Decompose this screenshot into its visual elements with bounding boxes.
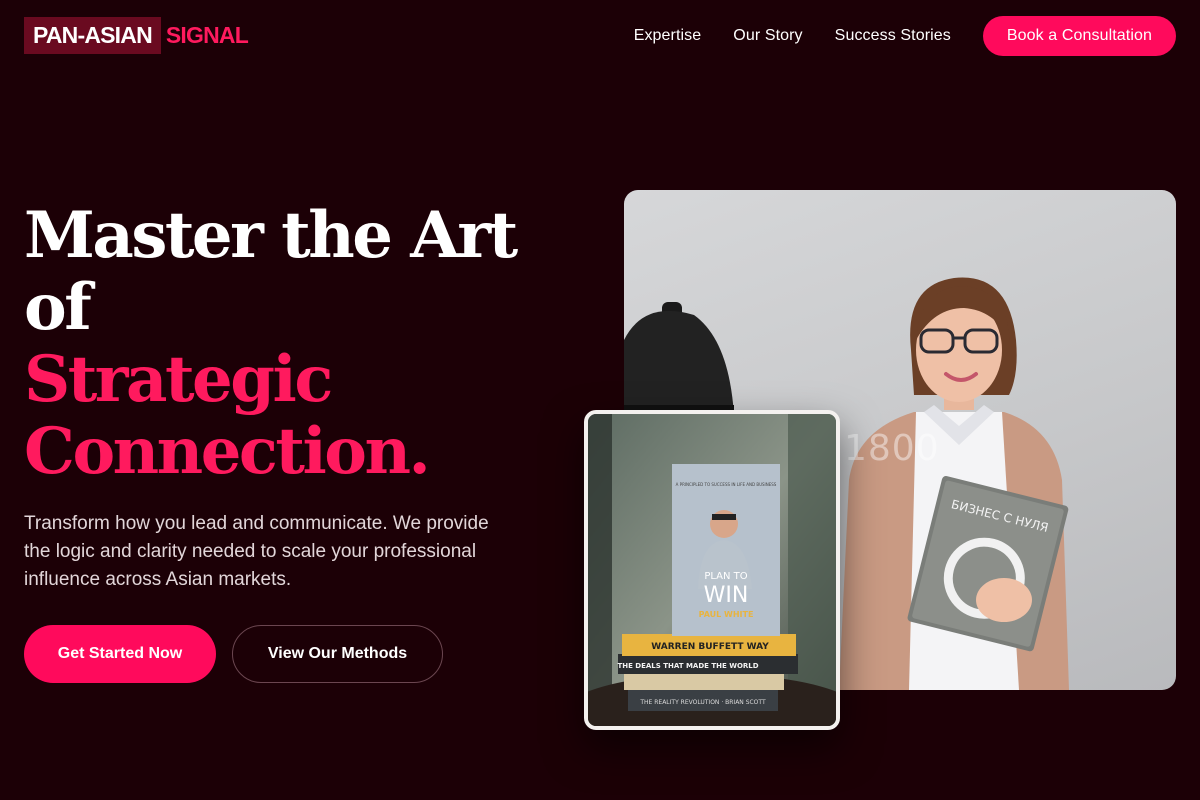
hero-title-line-1: Master the Art [24,198,518,273]
hero-title-accent-1: Strategic [24,342,333,417]
hero-title-line-2: of [24,270,92,345]
hero-title: Master the Art of Strategic Connection. [24,200,584,488]
books-illustration: THE REALITY REVOLUTION · BRIAN SCOTT THE… [588,414,836,726]
stack-book-3: THE REALITY REVOLUTION · BRIAN SCOTT [639,699,766,706]
book-tagline: A PRINCIPLED TO SUCCESS IN LIFE AND BUSI… [676,482,777,487]
landing-page: PAN-ASIAN SIGNAL Expertise Our Story Suc… [0,0,1200,800]
book-title-1: PLAN TO [704,571,747,582]
stack-book-1: WARREN BUFFETT WAY [651,642,769,652]
nav-link-our-story[interactable]: Our Story [733,27,802,45]
hero-description: Transform how you lead and communicate. … [24,513,489,590]
book-consultation-button[interactable]: Book a Consultation [982,16,1176,56]
nav-link-success-stories[interactable]: Success Stories [835,27,951,45]
plan-to-win-book: A PRINCIPLED TO SUCCESS IN LIFE AND BUSI… [672,464,780,636]
hero-title-accent-2: Connection. [24,414,431,489]
book-author: PAUL WHITE [699,610,754,619]
view-methods-button[interactable]: View Our Methods [232,625,443,683]
main-nav: Expertise Our Story Success Stories Book… [634,16,1176,56]
get-started-button[interactable]: Get Started Now [24,625,216,683]
logo-accent-text: SIGNAL [165,22,249,48]
desk-lamp [624,302,734,415]
brand-logo[interactable]: PAN-ASIAN SIGNAL [24,17,249,54]
nav-link-expertise[interactable]: Expertise [634,27,702,45]
book-stack: THE REALITY REVOLUTION · BRIAN SCOTT THE… [617,634,798,711]
stack-book-2: THE DEALS THAT MADE THE WORLD [617,662,758,670]
logo-main-text: PAN-ASIAN [24,17,161,54]
photo-watermark: 1800 [844,428,940,469]
book-title-2: WIN [704,583,749,608]
hero-photo-books: THE REALITY REVOLUTION · BRIAN SCOTT THE… [584,410,840,730]
